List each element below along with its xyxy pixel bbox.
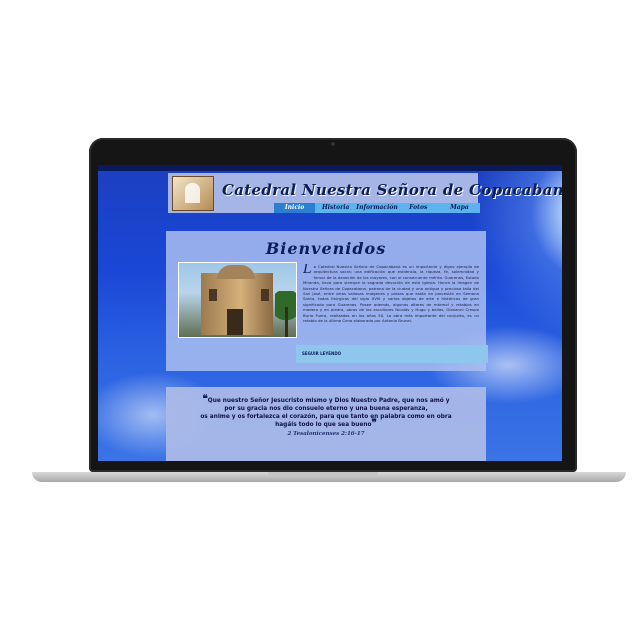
- cathedral-door: [227, 309, 243, 335]
- welcome-text: a Catedral Nuestra Señora de Copacabana …: [303, 264, 479, 324]
- screen: Catedral Nuestra Señora de Copacabana In…: [98, 165, 562, 461]
- drop-cap: L: [303, 264, 312, 277]
- quote-line-2: por su gracia nos dio consuelo eterno y …: [224, 406, 428, 412]
- quote-line-1: Que nuestro Señor Jesucristo mismo y Dio…: [207, 398, 450, 404]
- quote-section: ❝Que nuestro Señor Jesucristo mismo y Di…: [166, 387, 486, 461]
- bible-quote: ❝Que nuestro Señor Jesucristo mismo y Di…: [166, 395, 486, 429]
- main-nav: Inicio Historia Información Fotos Mapa: [274, 203, 480, 213]
- quote-line-3: os anime y os fortalezca el corazón, par…: [200, 414, 452, 420]
- close-quote-icon: ❞: [371, 418, 377, 429]
- nav-item-inicio[interactable]: Inicio: [274, 203, 316, 213]
- welcome-body: La Catedral Nuestra Señora de Copacabana…: [303, 264, 479, 336]
- nav-item-fotos[interactable]: Fotos: [398, 203, 439, 213]
- nav-item-historia[interactable]: Historia: [315, 203, 356, 213]
- browser-top-bar: [98, 165, 562, 171]
- quote-line-4: hagáis todo lo que sea bueno: [275, 422, 372, 428]
- cathedral-dome: [217, 265, 255, 279]
- camera-icon: [331, 142, 335, 146]
- cathedral-window: [261, 289, 269, 301]
- read-more-bar: SEGUIR LEYENDO: [296, 345, 488, 363]
- cathedral-window: [209, 289, 217, 301]
- nav-item-informacion[interactable]: Información: [356, 203, 397, 213]
- cathedral-photo: [178, 262, 297, 338]
- church-logo-icon[interactable]: [172, 176, 214, 211]
- read-more-link[interactable]: SEGUIR LEYENDO: [302, 351, 341, 356]
- site-title: Catedral Nuestra Señora de Copacabana: [222, 181, 562, 199]
- quote-reference: 2 Tesalonicenses 2:16-17: [287, 431, 365, 437]
- palm-trunk: [285, 307, 288, 337]
- laptop-notch: [268, 472, 378, 477]
- nav-item-mapa[interactable]: Mapa: [439, 203, 480, 213]
- welcome-heading: Bienvenidos: [265, 239, 387, 258]
